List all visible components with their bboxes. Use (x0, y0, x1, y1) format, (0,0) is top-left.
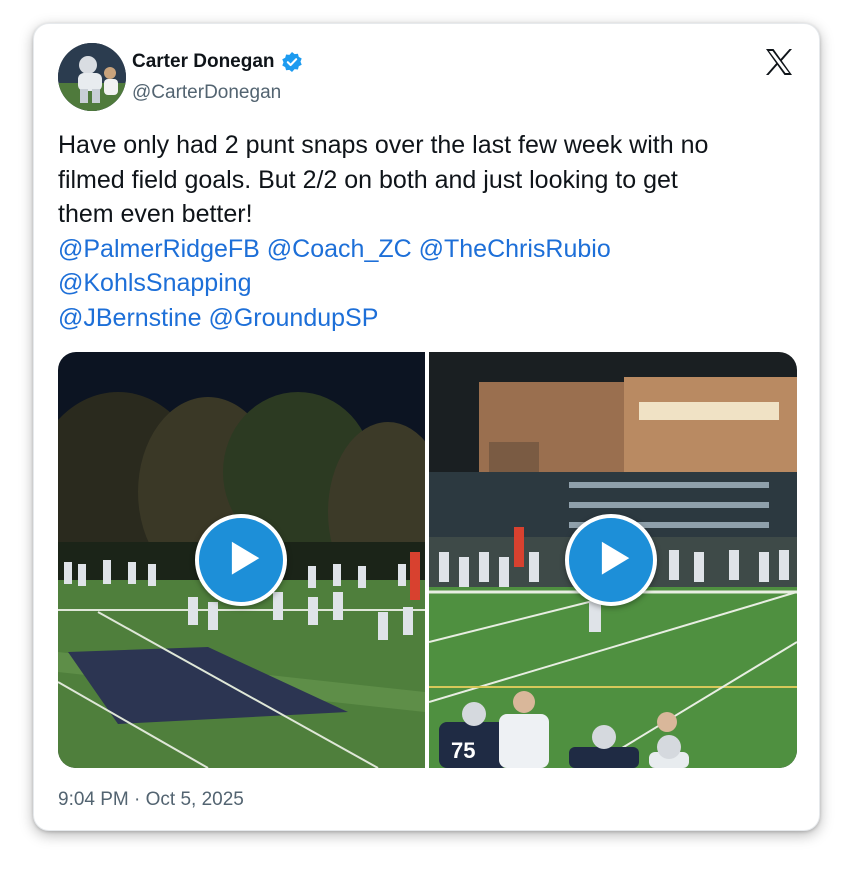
avatar-photo (58, 43, 126, 111)
media-grid: 75 (58, 352, 797, 768)
tweet-card: Carter Donegan @CarterDonegan Have only … (33, 23, 820, 831)
mentions-line: @JBernstine @GroundupSP (58, 301, 808, 336)
mentions-line: @PalmerRidgeFB @Coach_ZC @TheChrisRubio (58, 232, 808, 267)
tweet-text-line: filmed field goals. But 2/2 on both and … (58, 165, 678, 194)
jersey-number: 75 (451, 738, 476, 763)
avatar[interactable] (58, 43, 126, 111)
play-icon (231, 541, 260, 575)
tweet-text: Have only had 2 punt snaps over the last… (58, 128, 808, 335)
mention-link[interactable]: @TheChrisRubio (419, 235, 611, 263)
mention-link[interactable]: @Coach_ZC (267, 235, 412, 263)
verified-badge-icon (281, 51, 303, 73)
play-button[interactable] (195, 514, 287, 606)
mention-link[interactable]: @PalmerRidgeFB (58, 235, 260, 263)
play-icon (601, 541, 630, 575)
play-button[interactable] (565, 514, 657, 606)
video-thumbnail[interactable]: 75 (429, 352, 797, 768)
author-handle[interactable]: @CarterDonegan (132, 82, 281, 104)
author-display-name[interactable]: Carter Donegan (132, 51, 275, 73)
tweet-text-line: Have only had 2 punt snaps over the last… (58, 131, 709, 159)
author-name-row[interactable]: Carter Donegan (132, 51, 303, 73)
mention-link[interactable]: @GroundupSP (208, 304, 378, 332)
mention-link[interactable]: @JBernstine (58, 304, 202, 332)
mention-link[interactable]: @KohlsSnapping (58, 269, 252, 297)
video-thumbnail[interactable] (58, 352, 425, 768)
x-logo-icon[interactable] (763, 46, 795, 78)
tweet-text-line: them even better! (58, 200, 253, 228)
tweet-timestamp[interactable]: 9:04 PM · Oct 5, 2025 (58, 789, 244, 811)
mentions-line: @KohlsSnapping (58, 266, 808, 301)
